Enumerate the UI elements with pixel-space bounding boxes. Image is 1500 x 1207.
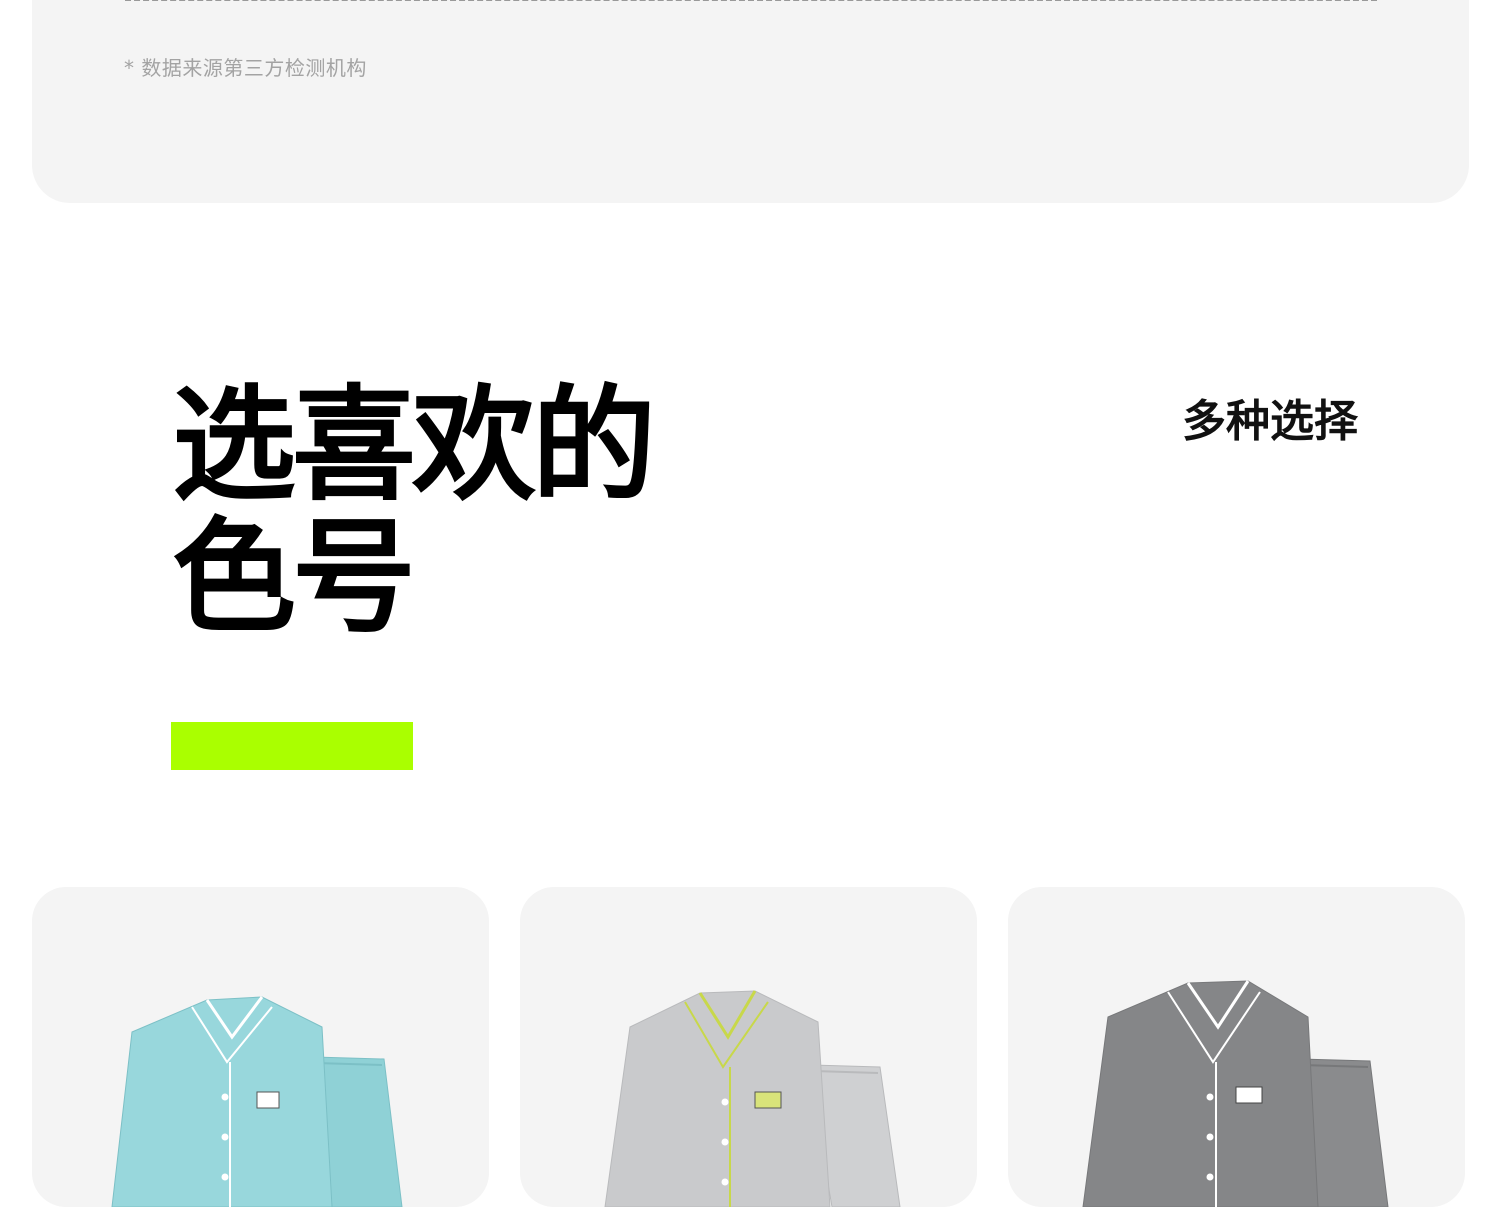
pajama-set-image (1082, 980, 1389, 1207)
section-subtitle: 多种选择 (1182, 396, 1358, 447)
pajama-set-image (604, 990, 901, 1207)
section-title-line-1: 选喜欢的 (172, 374, 656, 518)
pajama-set-image (111, 996, 403, 1207)
product-card-dark-grey[interactable] (1008, 887, 1465, 1207)
info-card: * 数据来源第三方检测机构 (32, 0, 1469, 203)
data-source-note: * 数据来源第三方检测机构 (124, 56, 367, 80)
dashed-divider (125, 0, 1377, 1)
product-card-light-grey[interactable] (520, 887, 977, 1207)
product-card-light-blue[interactable] (32, 887, 489, 1207)
section-title: 选喜欢的 色号 (172, 374, 656, 650)
accent-bar (171, 722, 413, 770)
section-title-line-2: 色号 (172, 506, 416, 650)
